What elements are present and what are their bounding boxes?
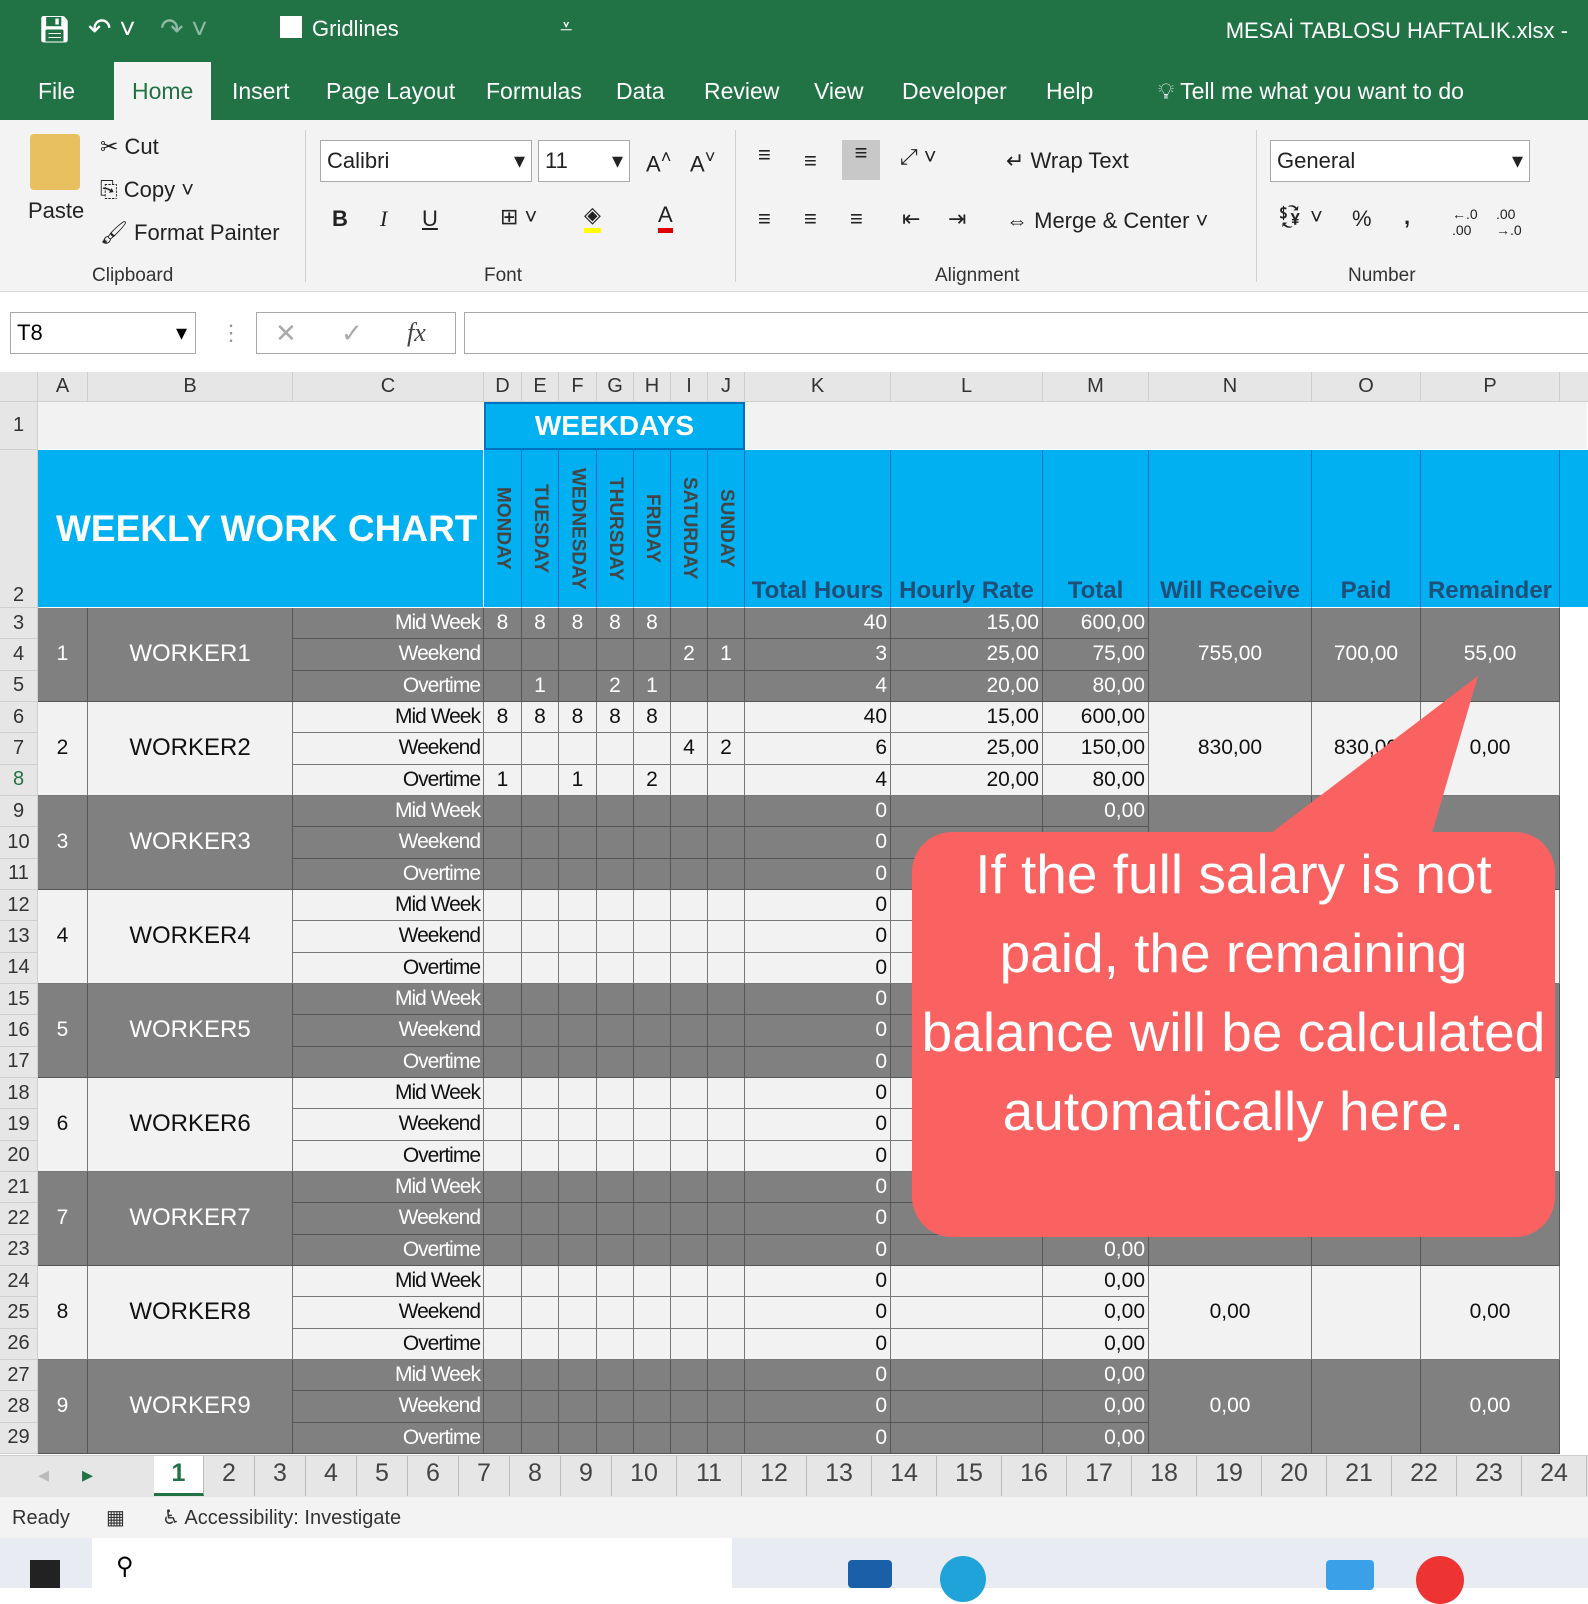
callout-pointer <box>1262 676 1478 840</box>
accessibility-button[interactable]: ♿︎ Accessibility: Investigate <box>162 1505 401 1530</box>
sheet-tab-20[interactable]: 20 <box>1262 1456 1327 1496</box>
sheet-tab-3[interactable]: 3 <box>255 1456 306 1496</box>
status-bar: Ready ▦ ♿︎ Accessibility: Investigate <box>0 1497 1588 1538</box>
sheet-tab-22[interactable]: 22 <box>1392 1456 1457 1496</box>
chrome-icon[interactable] <box>1416 1556 1464 1604</box>
sheet-tab-7[interactable]: 7 <box>459 1456 510 1496</box>
taskbar-search[interactable]: ⚲ <box>92 1538 732 1588</box>
app-icon[interactable] <box>1326 1560 1374 1590</box>
sheet-tab-14[interactable]: 14 <box>872 1456 937 1496</box>
sheet-tab-24[interactable]: 24 <box>1522 1456 1587 1496</box>
sheet-tab-9[interactable]: 9 <box>561 1456 612 1496</box>
sheet-tab-5[interactable]: 5 <box>357 1456 408 1496</box>
taskbar: ⚲ <box>0 1538 1588 1604</box>
sheet-tab-23[interactable]: 23 <box>1457 1456 1522 1496</box>
sheet-tab-15[interactable]: 15 <box>937 1456 1002 1496</box>
sheet-tab-10[interactable]: 10 <box>612 1456 677 1496</box>
search-icon: ⚲ <box>116 1553 134 1580</box>
windows-start-icon[interactable] <box>30 1560 60 1588</box>
sheet-tab-12[interactable]: 12 <box>742 1456 807 1496</box>
sheet-tab-2[interactable]: 2 <box>204 1456 255 1496</box>
accessibility-label: Accessibility: Investigate <box>184 1507 402 1529</box>
sheet-tab-6[interactable]: 6 <box>408 1456 459 1496</box>
callout-text: If the full salary is not paid, the rema… <box>921 843 1546 1142</box>
sheet-tab-19[interactable]: 19 <box>1197 1456 1262 1496</box>
scroll-left-icon[interactable]: ◂ <box>38 1462 49 1488</box>
sheet-tab-17[interactable]: 17 <box>1067 1456 1132 1496</box>
store-icon[interactable] <box>848 1560 892 1588</box>
sheet-tab-1[interactable]: 1 <box>154 1456 204 1496</box>
sheet-tab-13[interactable]: 13 <box>807 1456 872 1496</box>
sheet-tab-4[interactable]: 4 <box>306 1456 357 1496</box>
macro-icon[interactable]: ▦ <box>106 1505 125 1530</box>
sheet-tab-16[interactable]: 16 <box>1002 1456 1067 1496</box>
sheet-tab-8[interactable]: 8 <box>510 1456 561 1496</box>
scroll-right-icon[interactable]: ▸ <box>82 1462 93 1488</box>
status-ready: Ready <box>12 1507 70 1529</box>
callout-bubble <box>912 676 1555 1237</box>
sheet-tab-11[interactable]: 11 <box>677 1456 742 1496</box>
sheet-tabs-bar: ◂ ▸ 1 2 3 4 5 6 7 8 9 10 11 12 13 14 15 16 17 18 19 20 21 22 2… <box>0 1455 1588 1497</box>
edge-icon[interactable] <box>940 1556 986 1602</box>
sheet-tab-21[interactable]: 21 <box>1327 1456 1392 1496</box>
sheet-tab-18[interactable]: 18 <box>1132 1456 1197 1496</box>
